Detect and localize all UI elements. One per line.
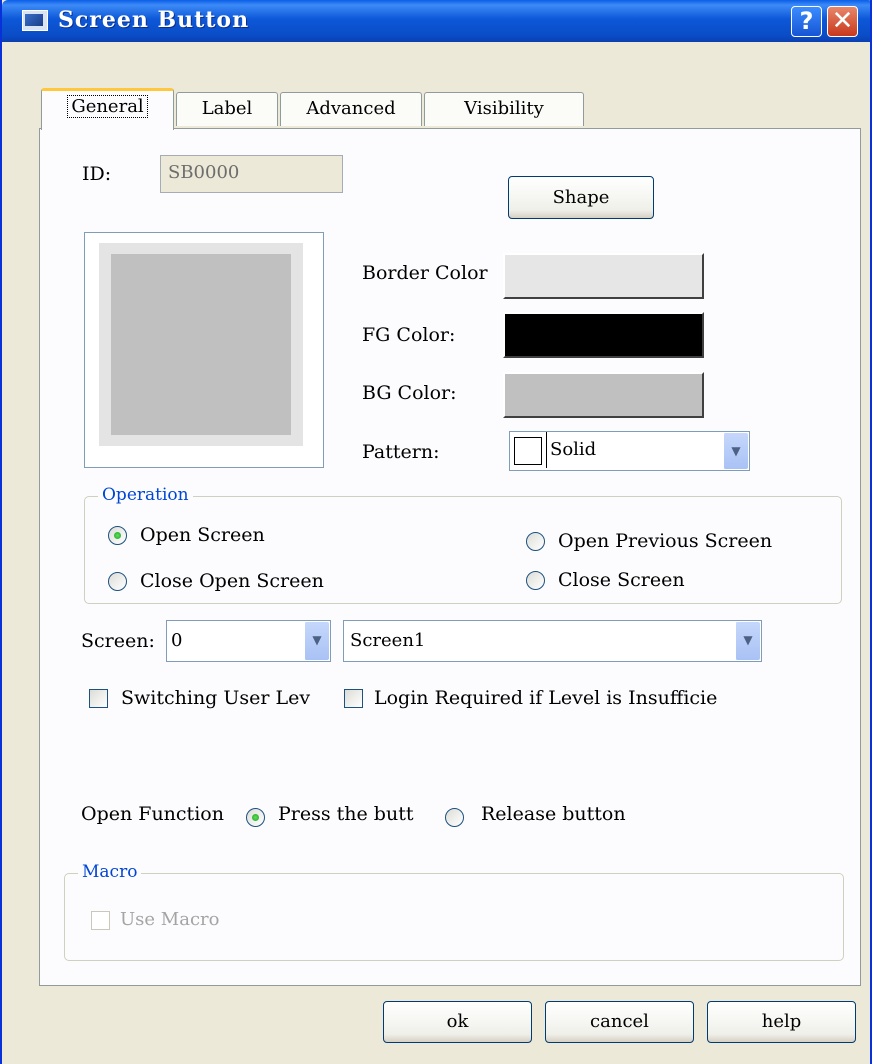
title-bar[interactable]: Screen Button ? ✕ — [2, 0, 870, 42]
preview-border — [99, 243, 303, 446]
window-icon — [22, 10, 48, 31]
screen-name-value: Screen1 — [350, 630, 426, 651]
use-macro-checkbox[interactable] — [91, 911, 110, 930]
window-title: Screen Button — [58, 7, 250, 33]
help-title-button[interactable]: ? — [791, 6, 822, 37]
fg-color-label: FG Color: — [362, 324, 456, 346]
border-color-label: Border Color — [362, 262, 488, 284]
screen-button-dialog: Screen Button ? ✕ General Label Advanced… — [0, 0, 872, 1064]
shape-button[interactable]: Shape — [508, 176, 654, 219]
pattern-label: Pattern: — [362, 441, 440, 463]
chevron-down-icon[interactable]: ▼ — [723, 433, 748, 469]
bg-color-swatch[interactable] — [503, 372, 704, 418]
help-button[interactable]: help — [707, 1001, 856, 1043]
macro-title: Macro — [78, 862, 142, 882]
tab-general[interactable]: General — [41, 88, 174, 130]
bg-color-label: BG Color: — [362, 382, 457, 404]
ok-button[interactable]: ok — [383, 1001, 532, 1043]
press-button-radio[interactable] — [246, 808, 265, 827]
preview-fill — [111, 254, 291, 435]
screen-number-select[interactable]: 0 ▼ — [166, 620, 331, 662]
screen-label: Screen: — [81, 630, 155, 652]
login-required-checkbox[interactable] — [344, 689, 363, 708]
pattern-value: Solid — [546, 432, 596, 468]
tab-label[interactable]: Label — [176, 92, 278, 126]
tab-visibility[interactable]: Visibility — [424, 92, 584, 126]
open-previous-screen-radio[interactable] — [526, 532, 545, 551]
switching-user-level-checkbox[interactable] — [89, 689, 108, 708]
id-field[interactable]: SB0000 — [160, 155, 343, 193]
tab-general-label: General — [67, 95, 148, 118]
cancel-button[interactable]: cancel — [545, 1001, 694, 1043]
open-previous-screen-label[interactable]: Open Previous Screen — [558, 530, 772, 552]
open-screen-label[interactable]: Open Screen — [140, 524, 265, 546]
release-button-radio[interactable] — [445, 808, 464, 827]
screen-number-value: 0 — [171, 630, 183, 651]
pattern-select[interactable]: Solid ▼ — [509, 431, 750, 471]
close-screen-radio[interactable] — [526, 571, 545, 590]
close-title-button[interactable]: ✕ — [827, 6, 858, 37]
operation-title: Operation — [98, 485, 193, 505]
shape-preview — [84, 232, 324, 468]
open-function-label: Open Function — [81, 803, 224, 825]
screen-name-select[interactable]: Screen1 ▼ — [343, 620, 762, 662]
chevron-down-icon[interactable]: ▼ — [735, 622, 760, 660]
fg-color-swatch[interactable] — [503, 312, 704, 358]
use-macro-label: Use Macro — [120, 909, 220, 930]
tab-advanced[interactable]: Advanced — [280, 92, 422, 126]
close-open-screen-radio[interactable] — [108, 572, 127, 591]
press-button-label[interactable]: Press the butt — [278, 803, 446, 825]
border-color-swatch[interactable] — [503, 253, 704, 299]
open-screen-radio[interactable] — [108, 526, 127, 545]
id-label: ID: — [82, 163, 112, 185]
release-button-label[interactable]: Release button — [481, 803, 626, 825]
close-screen-label[interactable]: Close Screen — [558, 569, 685, 591]
pattern-preview-icon — [514, 437, 542, 465]
chevron-down-icon[interactable]: ▼ — [304, 622, 329, 660]
switching-user-level-label[interactable]: Switching User Lev — [121, 687, 310, 709]
close-open-screen-label[interactable]: Close Open Screen — [140, 570, 324, 592]
login-required-label[interactable]: Login Required if Level is Insufficie — [374, 687, 852, 709]
